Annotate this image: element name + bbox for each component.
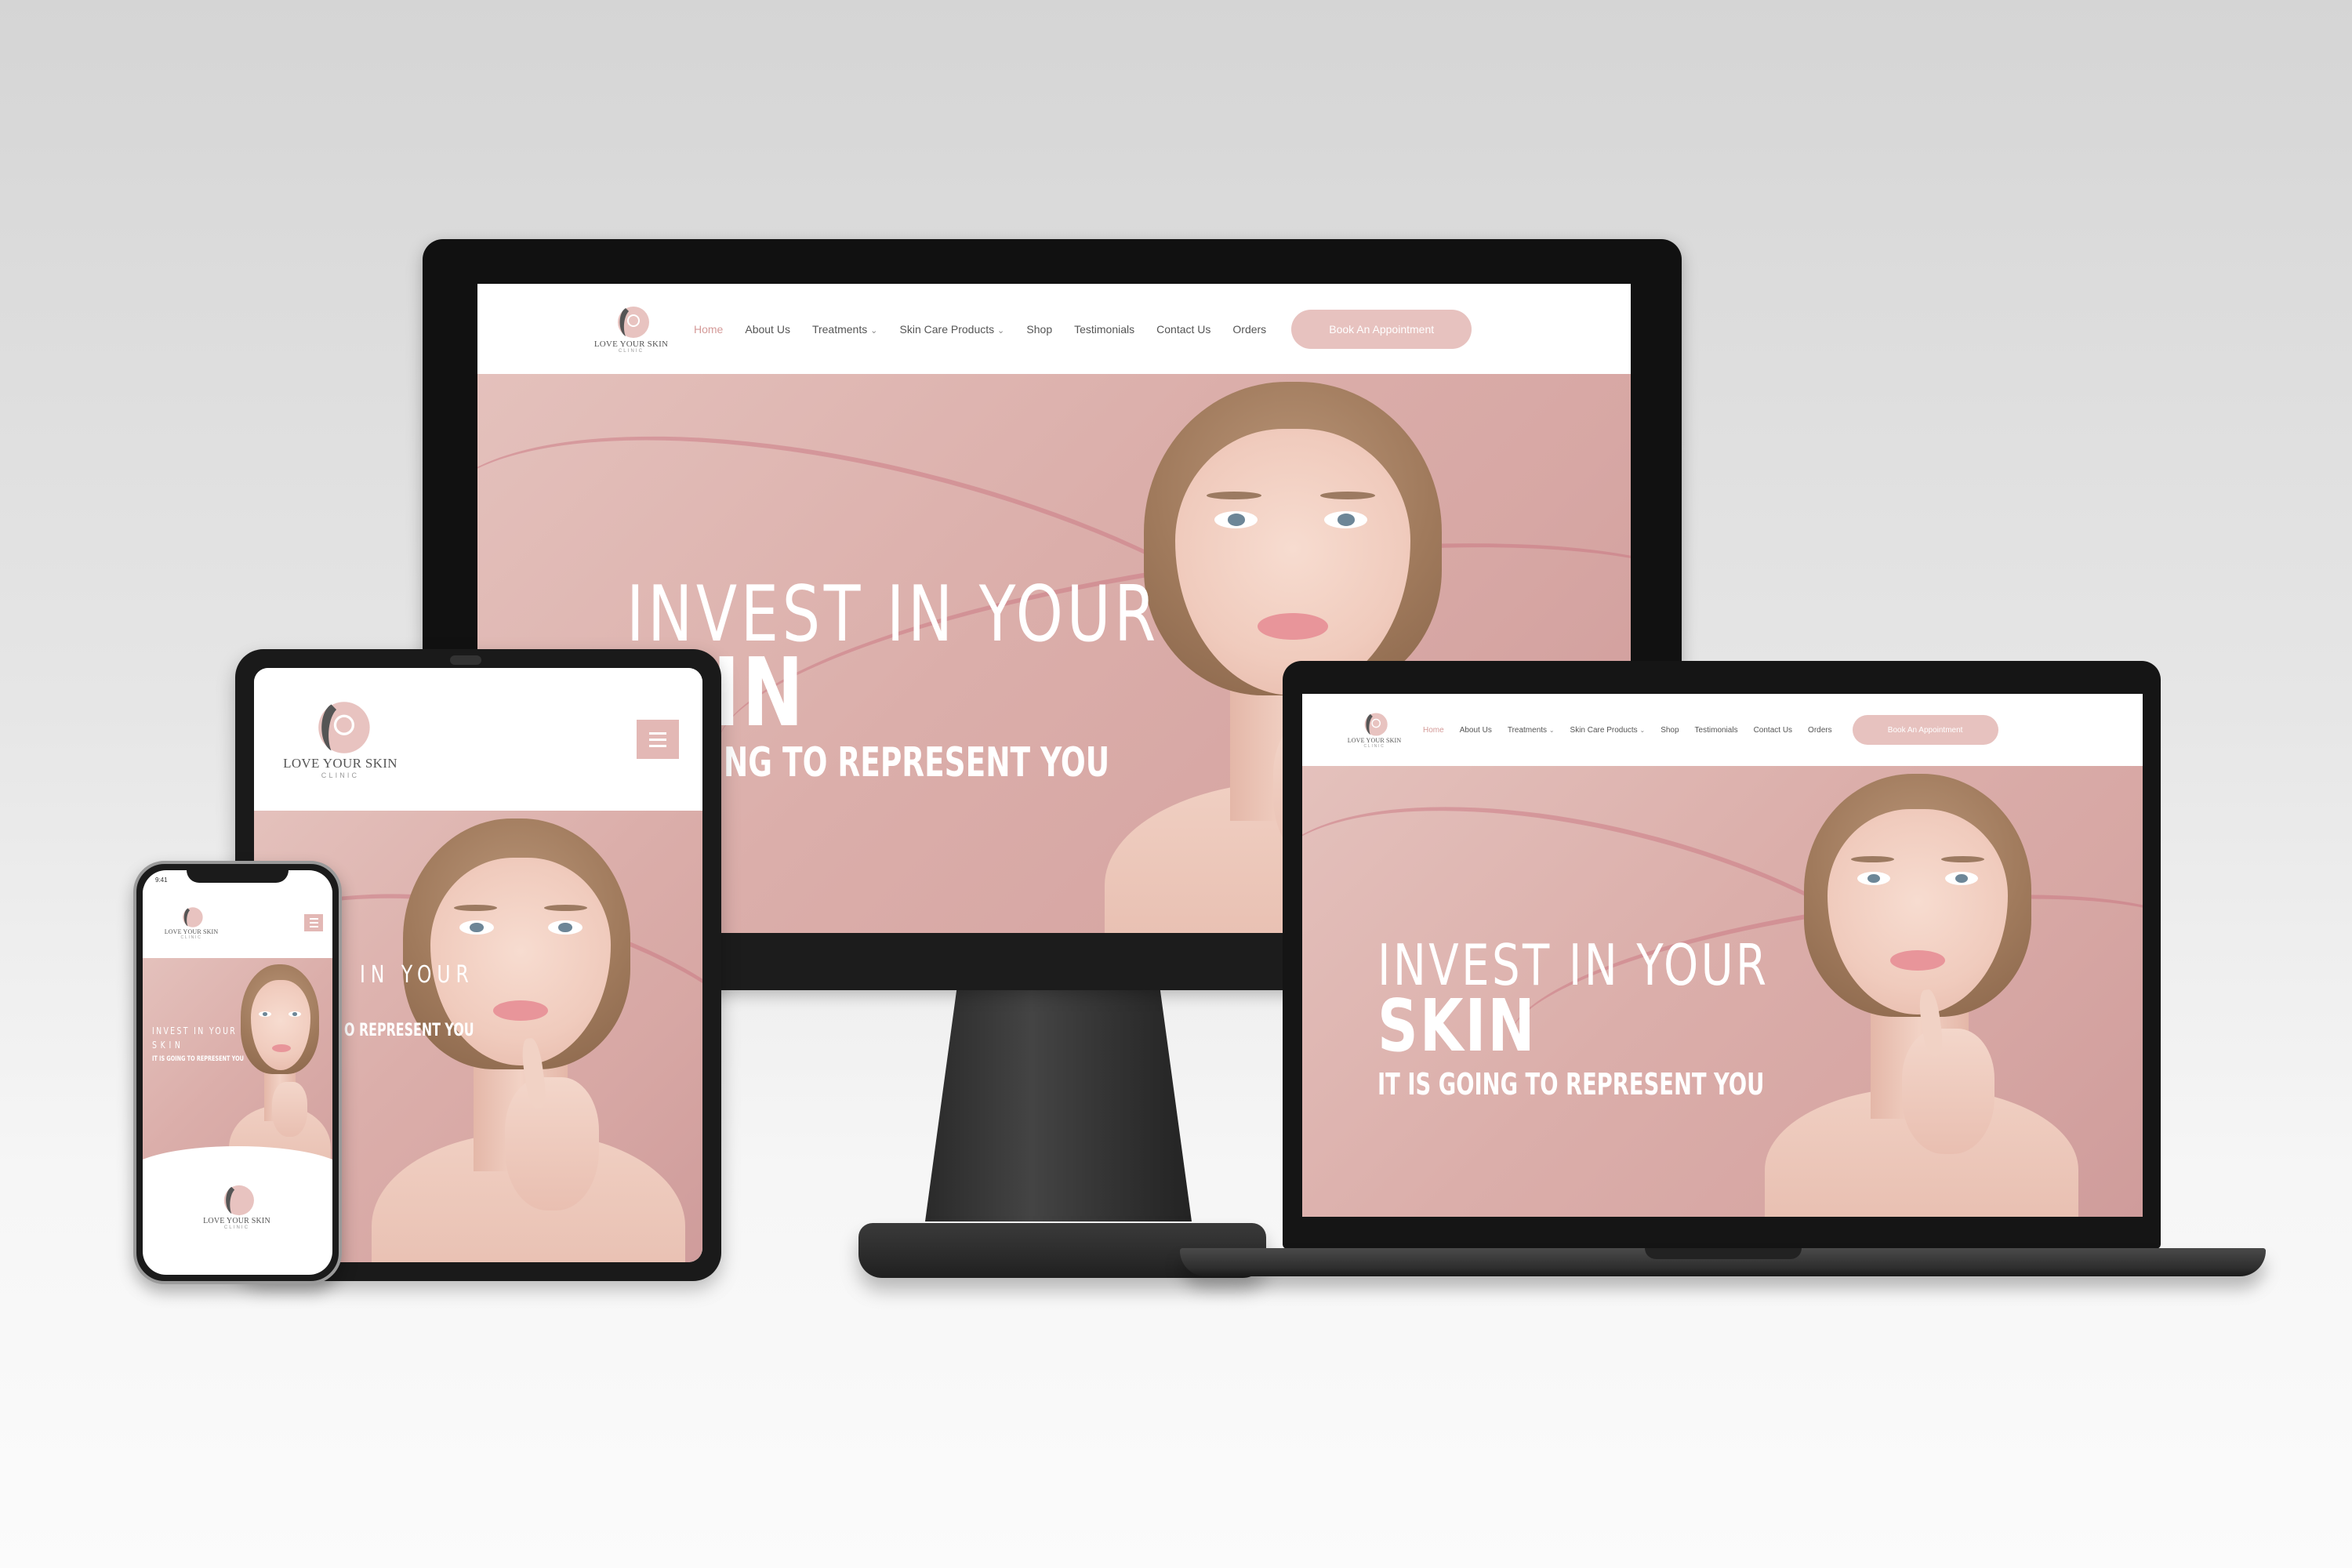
main-nav: Home About Us Treatments ⌄ Skin Care Prod… <box>694 323 1266 336</box>
woman-portrait <box>356 818 685 1262</box>
face-logo-icon <box>618 306 649 338</box>
laptop-screen: LOVE YOUR SKIN CLINIC Home About Us Trea… <box>1302 694 2143 1217</box>
face-logo-icon <box>318 702 370 753</box>
tablet-camera <box>450 655 481 665</box>
woman-portrait <box>229 964 331 1170</box>
site-logo[interactable]: LOVE YOUR SKIN CLINIC <box>592 305 670 354</box>
main-nav: Home About Us Treatments ⌄ Skin Care Prod… <box>1423 726 1832 735</box>
hero-title-line1: INVEST IN YOUR <box>152 1025 238 1036</box>
chevron-down-icon: ⌄ <box>1548 726 1555 734</box>
hero-title-line1: IN YOUR <box>360 961 474 989</box>
nav-testimonials[interactable]: Testimonials <box>1695 726 1738 735</box>
chevron-down-icon: ⌄ <box>997 325 1005 336</box>
monitor-stand-neck <box>925 986 1192 1221</box>
phone-status-time: 9:41 <box>155 877 168 884</box>
book-appointment-button[interactable]: Book An Appointment <box>1852 715 1998 745</box>
logo-sub: CLINIC <box>1363 743 1385 749</box>
site-logo[interactable]: LOVE YOUR SKIN CLINIC <box>160 906 223 940</box>
nav-orders[interactable]: Orders <box>1808 726 1832 735</box>
laptop-hinge-notch <box>1645 1248 1802 1259</box>
nav-testimonials[interactable]: Testimonials <box>1074 323 1134 336</box>
nav-skin-care-products[interactable]: Skin Care Products ⌄ <box>900 323 1005 336</box>
logo-sub: CLINIC <box>180 935 202 940</box>
logo-name: LOVE YOUR SKIN <box>283 756 397 771</box>
hero-subtitle: ING TO REPRESENT YOU <box>713 739 1110 786</box>
site-header: LOVE YOUR SKIN CLINIC <box>143 887 332 958</box>
nav-shop[interactable]: Shop <box>1661 726 1679 735</box>
site-header: LOVE YOUR SKIN CLINIC Home About Us Trea… <box>477 284 1631 374</box>
logo-sub: CLINIC <box>321 771 360 779</box>
hero-title-line1: INVEST IN YOUR <box>626 570 1160 659</box>
hero-title-line2: SKIN <box>1377 984 1537 1068</box>
hero-banner: INVEST IN YOUR SKIN IT IS GOING TO REPRE… <box>143 958 332 1170</box>
chevron-down-icon: ⌄ <box>870 325 878 336</box>
logo-name: LOVE YOUR SKIN <box>203 1217 270 1225</box>
footer-logo: LOVE YOUR SKIN CLINIC <box>190 1184 284 1230</box>
nav-skin-care-products[interactable]: Skin Care Products ⌄ <box>1570 726 1646 735</box>
woman-portrait <box>1749 766 2086 1217</box>
logo-sub: CLINIC <box>223 1225 250 1230</box>
logo-name: LOVE YOUR SKIN <box>593 339 669 349</box>
nav-about[interactable]: About Us <box>745 323 790 336</box>
hero-subtitle: IT IS GOING TO REPRESENT YOU <box>152 1055 244 1063</box>
face-logo-icon <box>1364 712 1388 736</box>
nav-orders[interactable]: Orders <box>1232 323 1266 336</box>
hero-title-line2: SKIN <box>152 1040 184 1051</box>
menu-hamburger-icon[interactable] <box>304 914 323 931</box>
phone-screen: 9:41 LOVE YOUR SKIN CLINIC INVEST IN YOU… <box>143 870 332 1275</box>
phone-notch <box>187 866 289 883</box>
nav-home[interactable]: Home <box>1423 726 1444 735</box>
logo-sub: CLINIC <box>618 348 644 354</box>
site-header: LOVE YOUR SKIN CLINIC <box>254 668 702 811</box>
menu-hamburger-icon[interactable] <box>637 720 679 759</box>
logo-name: LOVE YOUR SKIN <box>1347 736 1402 744</box>
book-appointment-button[interactable]: Book An Appointment <box>1291 309 1472 349</box>
nav-home[interactable]: Home <box>694 323 723 336</box>
nav-treatments[interactable]: Treatments ⌄ <box>1508 726 1555 735</box>
nav-contact[interactable]: Contact Us <box>1754 726 1792 735</box>
nav-shop[interactable]: Shop <box>1026 323 1052 336</box>
chevron-down-icon: ⌄ <box>1639 726 1646 734</box>
hero-title-line2: IN <box>713 639 806 748</box>
site-logo[interactable]: LOVE YOUR SKIN CLINIC <box>1343 712 1406 749</box>
nav-about[interactable]: About Us <box>1460 726 1492 735</box>
site-logo[interactable]: LOVE YOUR SKIN CLINIC <box>278 699 403 779</box>
nav-contact[interactable]: Contact Us <box>1156 323 1210 336</box>
face-logo-icon <box>223 1185 254 1216</box>
nav-treatments[interactable]: Treatments ⌄ <box>812 323 878 336</box>
logo-name: LOVE YOUR SKIN <box>164 927 219 935</box>
site-header: LOVE YOUR SKIN CLINIC Home About Us Trea… <box>1302 694 2143 766</box>
hero-banner: INVEST IN YOUR SKIN IT IS GOING TO REPRE… <box>1302 766 2143 1217</box>
hero-subtitle: O REPRESENT YOU <box>344 1021 474 1040</box>
face-logo-icon <box>183 906 203 927</box>
hero-subtitle: IT IS GOING TO REPRESENT YOU <box>1377 1067 1765 1102</box>
